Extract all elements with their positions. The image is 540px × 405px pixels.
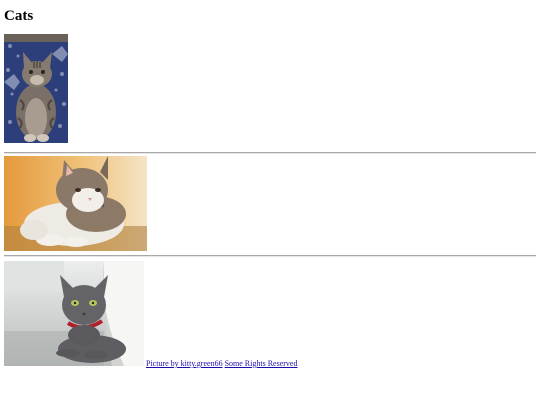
rights-link[interactable]: Some Rights Reserved [225, 359, 298, 368]
separator-1 [4, 152, 536, 154]
cat-photo-1 [4, 34, 68, 143]
photo-credit: Picture by kitty.green66 Some Rights Res… [146, 359, 297, 369]
cat-photo-2 [4, 156, 147, 251]
page-title: Cats [4, 8, 34, 24]
cat-photo-3 [4, 261, 144, 366]
picture-by-link[interactable]: Picture by kitty.green66 [146, 359, 223, 368]
separator-2 [4, 255, 536, 257]
